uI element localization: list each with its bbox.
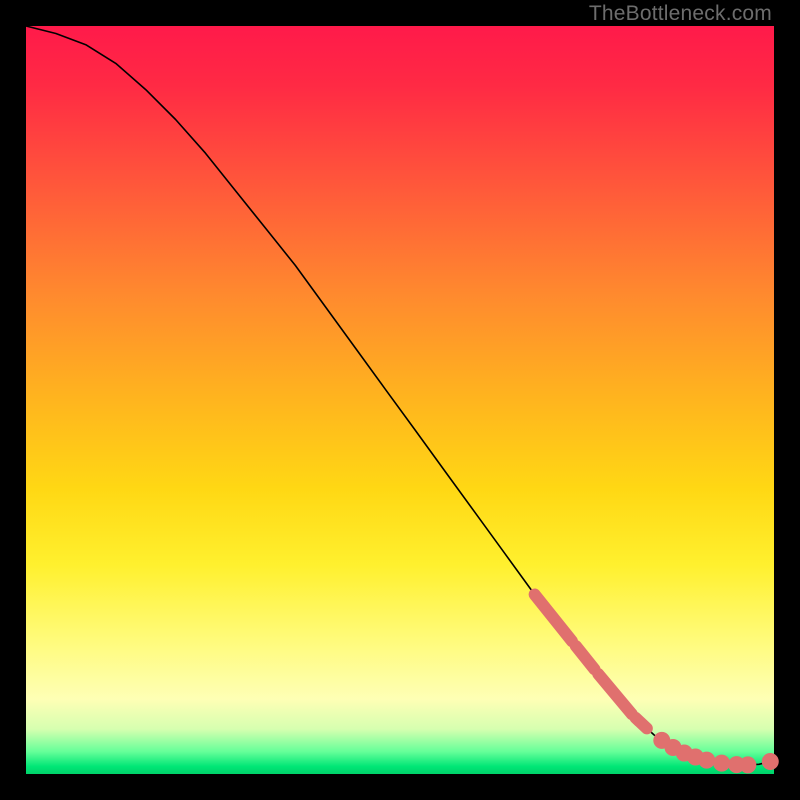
chart-svg xyxy=(26,26,774,774)
highlight-point xyxy=(742,759,753,770)
plot-area xyxy=(26,26,774,774)
highlight-point xyxy=(716,758,727,769)
highlight-segments xyxy=(535,594,647,728)
curve-line xyxy=(26,26,774,765)
highlight-segment xyxy=(535,594,572,641)
watermark-text: TheBottleneck.com xyxy=(589,2,772,26)
highlight-point xyxy=(765,756,776,767)
highlight-segment xyxy=(636,718,647,728)
highlight-point xyxy=(701,755,712,766)
highlight-segment xyxy=(576,646,595,669)
chart-stage: TheBottleneck.com xyxy=(0,0,800,800)
highlight-segment xyxy=(598,674,632,714)
